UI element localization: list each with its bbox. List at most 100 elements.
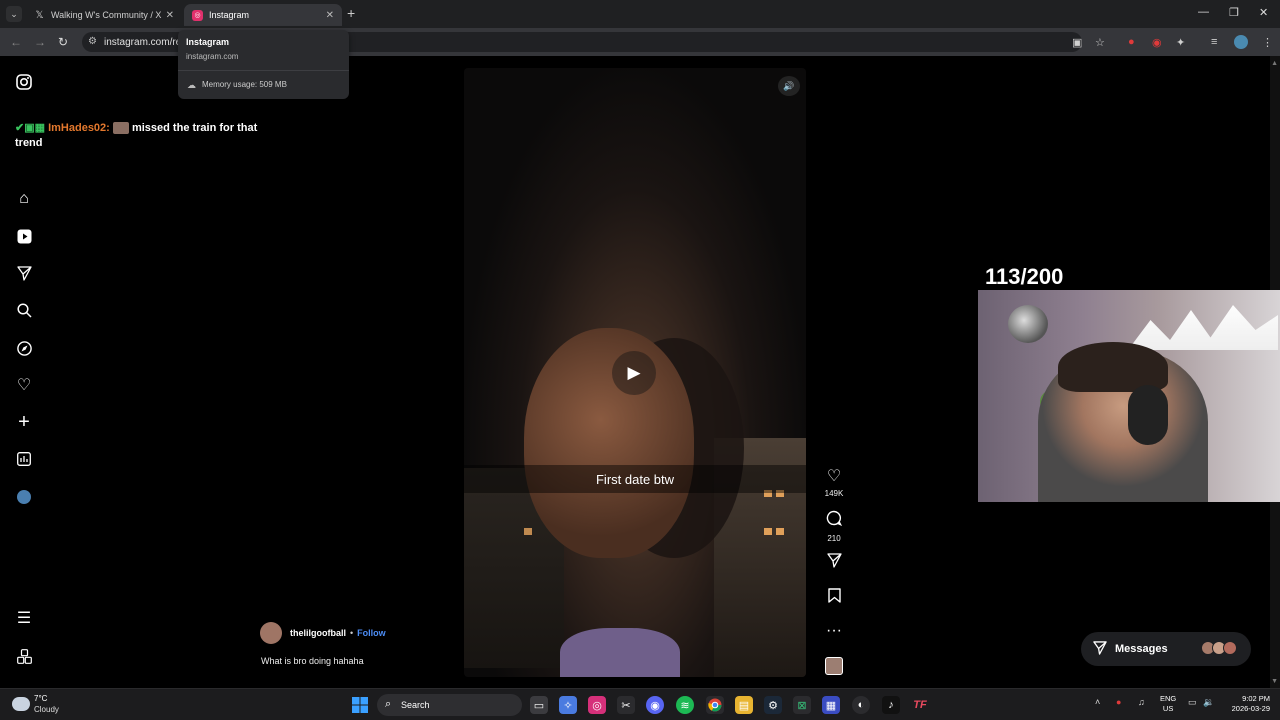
original-audio-thumbnail[interactable] [825, 657, 843, 675]
lamp [1008, 305, 1048, 343]
close-icon[interactable]: ✕ [166, 10, 174, 21]
comment-count: 210 [827, 534, 841, 543]
streamer-webcam [978, 290, 1280, 502]
discord-icon[interactable]: ◉ [646, 696, 664, 714]
home-icon[interactable]: ⌂ [14, 189, 34, 209]
search-icon[interactable] [14, 300, 34, 320]
create-plus-icon[interactable]: + [14, 411, 34, 433]
tab-title: Instagram [209, 10, 250, 20]
subject-face [524, 328, 694, 558]
chrome-icon[interactable] [706, 696, 724, 714]
messages-button[interactable]: Messages [1081, 632, 1251, 666]
direct-send-icon[interactable] [14, 263, 34, 283]
menu-kebab-icon[interactable]: ⋮ [1262, 36, 1273, 49]
share-button[interactable] [822, 553, 846, 573]
volume-icon[interactable]: 🔉 [1203, 697, 1214, 708]
memory-icon: ☁ [187, 80, 196, 90]
bookmark-star-icon[interactable]: ☆ [1095, 36, 1105, 49]
capcut-icon[interactable]: ✂ [617, 696, 635, 714]
site-settings-icon[interactable]: ⚙ [88, 36, 97, 47]
memory-usage: Memory usage: 509 MB [202, 80, 287, 89]
clock-time: 9:02 PM [1242, 694, 1270, 703]
tab-x-community[interactable]: 𝕏 Walking W's Community / X ✕ [26, 4, 182, 26]
like-button[interactable]: ♡ 149K [822, 468, 846, 498]
close-icon[interactable]: ✕ [326, 10, 334, 21]
tab-search-dropdown[interactable]: ⌄ [6, 6, 22, 22]
weather-temperature[interactable]: 7°C [34, 694, 47, 703]
reels-icon[interactable] [14, 226, 34, 246]
comment-button[interactable]: 210 [822, 510, 846, 543]
reading-list-icon[interactable]: ≡ [1211, 36, 1217, 48]
windows-start-icon[interactable] [351, 696, 369, 714]
subject-top [560, 628, 680, 677]
tiktok-icon[interactable]: ♪ [882, 696, 900, 714]
profile-avatar[interactable] [14, 487, 34, 507]
language-code: ENG [1160, 694, 1177, 703]
cloud-icon[interactable] [12, 697, 30, 711]
dashboard-icon[interactable] [14, 449, 34, 469]
lit-window [764, 528, 772, 535]
reload-icon[interactable]: ↻ [58, 35, 68, 49]
profile-avatar[interactable] [1234, 35, 1248, 49]
file-explorer-icon[interactable]: ▤ [735, 696, 753, 714]
taskbar-search[interactable]: ⌕ Search [377, 694, 522, 716]
microphone-icon[interactable]: ♫ [1138, 697, 1145, 707]
spotify-icon[interactable]: ≋ [676, 696, 694, 714]
input-language[interactable]: ENG US [1160, 694, 1176, 714]
save-button[interactable] [822, 588, 846, 608]
video-caption-overlay: First date btw [464, 465, 806, 493]
like-count: 149K [824, 489, 844, 498]
comment-icon [826, 510, 843, 531]
play-icon[interactable]: ▶ [612, 351, 656, 395]
ellipsis-icon: ··· [826, 622, 842, 639]
stream-counter: 113/200 [985, 264, 1064, 289]
extensions-puzzle-icon[interactable]: ✦ [1176, 36, 1185, 49]
separator: • [350, 628, 354, 638]
system-clock[interactable]: 9:02 PM 2026-03-29 [1226, 694, 1270, 714]
url-text: instagram.com/re [104, 37, 182, 48]
more-options-button[interactable]: ··· [822, 622, 846, 640]
streaming-app-icon[interactable]: ▦ [822, 696, 840, 714]
app-tf-icon[interactable]: TF [911, 696, 929, 714]
heart-icon: ♡ [826, 468, 842, 485]
weather-condition[interactable]: Cloudy [34, 705, 59, 714]
back-icon[interactable]: ← [10, 35, 22, 49]
lit-window [776, 528, 784, 535]
author-avatar[interactable] [260, 622, 282, 644]
reel-caption: What is bro doing hahaha [261, 656, 364, 666]
install-app-icon[interactable]: ▣ [1072, 36, 1082, 49]
steam-icon[interactable]: ⚙ [764, 696, 782, 714]
new-tab-button[interactable]: + [347, 5, 355, 21]
browser-tab-bar: ⌄ 𝕏 Walking W's Community / X ✕ ◎ Instag… [0, 0, 1280, 28]
tab-hover-card: Instagram instagram.com ☁ Memory usage: … [178, 30, 349, 99]
audio-toggle-icon[interactable]: 🔊 [778, 76, 800, 96]
minimize-button[interactable]: — [1198, 6, 1209, 18]
tray-app-icon[interactable]: ● [1116, 697, 1121, 707]
follow-button[interactable]: Follow [357, 628, 386, 638]
messages-icon [1093, 640, 1107, 658]
notifications-heart-icon[interactable]: ♡ [14, 375, 34, 395]
copilot-icon[interactable]: ✧ [559, 696, 577, 714]
forward-icon[interactable]: → [34, 35, 46, 49]
author-username[interactable]: thelilgoofball [290, 628, 346, 638]
instagram-app-icon[interactable]: ◎ [588, 696, 606, 714]
explore-compass-icon[interactable] [14, 338, 34, 358]
obs-icon[interactable]: ◐ [852, 696, 870, 714]
tab-instagram[interactable]: ◎ Instagram ✕ [184, 4, 342, 26]
network-icon[interactable]: ▭ [1188, 697, 1197, 708]
task-view-icon[interactable]: ▭ [530, 696, 548, 714]
extension-red-icon[interactable]: ● [1128, 36, 1135, 48]
scroll-down-icon[interactable]: ▼ [1271, 678, 1278, 685]
led-mountain-light [1128, 305, 1278, 350]
more-menu-icon[interactable]: ☰ [14, 608, 34, 628]
restore-button[interactable]: ❐ [1229, 6, 1239, 19]
search-icon: ⌕ [385, 698, 392, 710]
also-from-meta-icon[interactable] [14, 646, 34, 666]
instagram-logo-icon[interactable] [14, 72, 34, 92]
show-hidden-icons-icon[interactable]: ˄ [1095, 697, 1100, 707]
close-window-button[interactable]: ✕ [1259, 6, 1268, 19]
chat-badges-icon: ✔▣▦ [15, 122, 46, 134]
extension-record-icon[interactable]: ◉ [1152, 36, 1162, 49]
excel-icon[interactable]: ⊠ [793, 696, 811, 714]
scroll-up-icon[interactable]: ▲ [1271, 60, 1278, 67]
